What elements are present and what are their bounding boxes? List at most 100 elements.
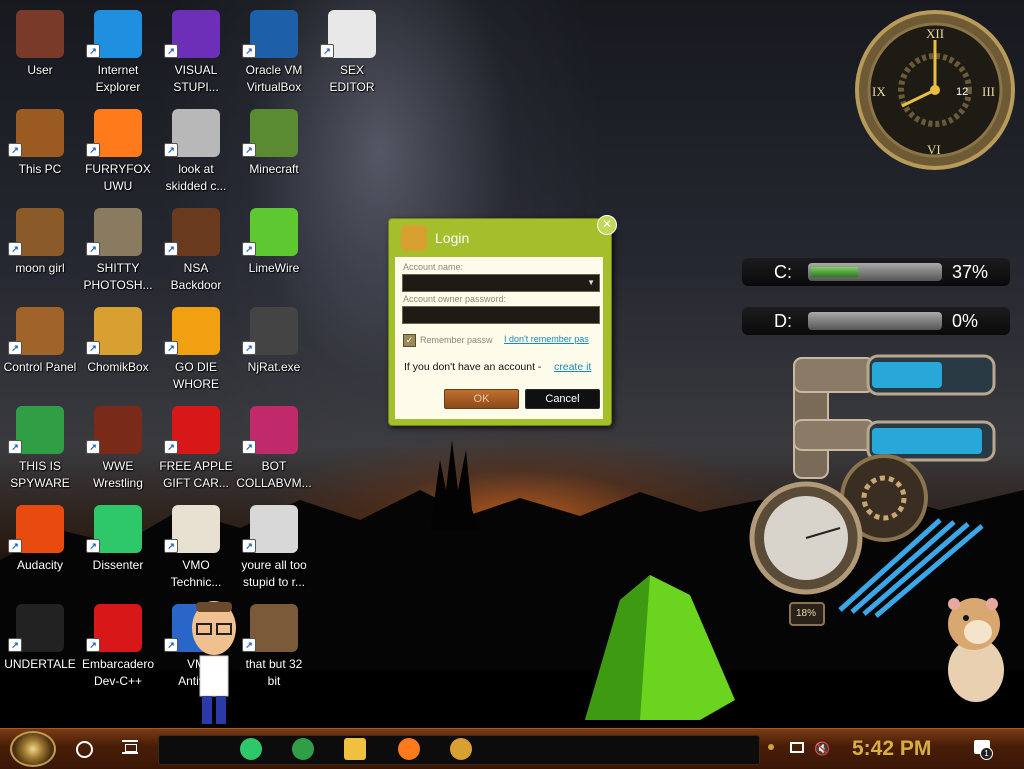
edge-browser-icon [94,10,142,58]
desktop-icon-label: Internet Explorer [95,63,141,94]
chomikbox-icon[interactable] [450,738,472,760]
desktop-icon[interactable]: ↗ NSA Backdoor [156,202,236,298]
apple-icon [172,406,220,454]
hamster-mascot-icon [948,598,1004,702]
cancel-button[interactable]: Cancel [525,389,600,409]
desktop-icon[interactable]: ↗ that but 32 bit [234,598,314,694]
desktop-icon-label: Oracle VM VirtualBox [245,63,303,94]
control-panel-icon [16,307,64,355]
tray-chevron-icon[interactable] [768,744,774,750]
desktop-icon[interactable]: ↗ LimeWire [234,202,314,298]
clock-numeral-3: III [982,84,995,99]
dissenter-icon[interactable] [240,738,262,760]
desktop-icon[interactable]: ↗ THIS IS SPYWARE [0,400,80,496]
shortcut-arrow-icon: ↗ [242,242,256,256]
desktop-icon[interactable]: ↗ Embarcadero Dev-C++ [78,598,158,694]
desktop-icon[interactable]: ↗ UNDERTALE [0,598,80,694]
firefox-icon[interactable] [398,738,420,760]
shortcut-arrow-icon: ↗ [242,143,256,157]
shortcut-arrow-icon: ↗ [164,44,178,58]
desktop-icon-label: BOT COLLABVM... [236,459,312,490]
audacity-icon [16,505,64,553]
desktop-icon[interactable]: ↗ GO DIE WHORE [156,301,236,397]
desktop-icon[interactable]: ↗ SHITTY PHOTOSH... [78,202,158,298]
close-icon[interactable]: ✕ [597,215,617,235]
desktop-icon[interactable]: ↗ FURRYFOX UWU [78,103,158,199]
shortcut-arrow-icon: ↗ [8,143,22,157]
desktop-icon-label: FREE APPLE GIFT CAR... [159,459,233,490]
desktop-icon-label: User [27,63,53,77]
desktop-icon[interactable]: ↗ Audacity [0,499,80,595]
desktop-icon[interactable]: ↗ VISUAL STUPI... [156,4,236,100]
account-name-select[interactable]: ▼ [402,274,600,292]
desktop-icon[interactable]: ↗ look at skidded c... [156,103,236,199]
desktop-icon-label: UNDERTALE [4,657,76,671]
desktop-icon-label: VISUAL STUPI... [173,63,219,94]
desktop-icon[interactable]: ↗ Dissenter [78,499,158,595]
create-account-link[interactable]: create it [554,361,591,373]
login-dialog: Login ✕ Account name: ▼ Account owner pa… [388,215,617,426]
network-icon[interactable] [790,742,804,753]
desktop-icon[interactable]: ↗ WWE Wrestling [78,400,158,496]
desktop-icon[interactable]: ↗ SEX EDITOR [312,4,392,100]
password-field[interactable] [402,306,600,324]
desktop-icon-label: Dissenter [92,558,144,572]
forgot-password-link[interactable]: I don't remember pas [504,334,602,344]
shortcut-arrow-icon: ↗ [8,539,22,553]
drive-c-gauge: C: 37% [742,258,1010,286]
drive-usage-fill [811,267,858,277]
desktop-icon[interactable]: ↗ moon girl [0,202,80,298]
visual-studio-icon [172,10,220,58]
desktop-icon-label: that but 32 bit [245,657,303,688]
desktop-icon-label: Audacity [16,558,64,572]
desktop-icon[interactable]: ↗ FREE APPLE GIFT CAR... [156,400,236,496]
shortcut-arrow-icon: ↗ [86,539,100,553]
notification-center-icon[interactable]: 1 [974,740,993,760]
desktop-icon[interactable]: ↗ Minecraft [234,103,314,199]
drive-letter: C: [774,262,792,282]
shortcut-arrow-icon: ↗ [164,143,178,157]
clock-time[interactable]: 5:42 PM [852,737,931,761]
desktop-icon[interactable]: ↗ This PC [0,103,80,199]
desktop-icon[interactable]: ↗ Oracle VM VirtualBox [234,4,314,100]
start-button[interactable] [10,731,56,767]
limewire-icon [250,208,298,256]
drive-letter: D: [774,311,792,331]
shortcut-arrow-icon: ↗ [242,440,256,454]
desktop-icon[interactable]: ↗ youre all too stupid to r... [234,499,314,595]
cortana-circle-icon[interactable] [76,741,93,758]
shortcut-arrow-icon: ↗ [86,242,100,256]
drive-percent: 0% [952,311,979,331]
desktop-icon[interactable]: ↗ ChomikBox [78,301,158,397]
wwe-icon [94,406,142,454]
desktop-icon[interactable]: ↗ Control Panel [0,301,80,397]
ok-button[interactable]: OK [444,389,519,409]
monitor-icon [250,406,298,454]
hex-editor-icon [328,10,376,58]
steampunk-clock-widget: XII III VI IX 12 [850,4,1020,170]
chrome-icon[interactable] [292,738,314,760]
desktop-icon[interactable]: ↗ Internet Explorer [78,4,158,100]
shortcut-arrow-icon: ↗ [86,44,100,58]
desktop-icon[interactable]: User [0,4,80,100]
desktop-icon-label: SEX EDITOR [329,63,375,94]
speaker-muted-icon[interactable]: 🔇 [814,741,830,757]
chomikbox-icon [401,225,427,251]
task-view-icon[interactable] [122,740,138,754]
chevron-down-icon[interactable]: ▼ [587,278,595,287]
remember-checkbox[interactable]: ✓ [403,334,416,347]
drive-usage-tube [808,263,942,281]
drive-d-gauge: D: 0% [742,307,1010,335]
desktop-icon[interactable]: ↗ VMO Technic... [156,499,236,595]
file-explorer-icon[interactable] [344,738,366,760]
moon-girl-icon [16,208,64,256]
clock-numeral-9: IX [872,84,886,99]
shortcut-arrow-icon: ↗ [164,341,178,355]
adobe-director-icon [172,307,220,355]
desktop-icon[interactable]: ↗ BOT COLLABVM... [234,400,314,496]
desktop-icon[interactable]: ↗ NjRat.exe [234,301,314,397]
desktop-icon-label: NjRat.exe [247,360,301,374]
chomikbox-icon [94,307,142,355]
desktop-icon-label: Control Panel [3,360,77,374]
clock-numeral-6: VI [927,142,941,157]
